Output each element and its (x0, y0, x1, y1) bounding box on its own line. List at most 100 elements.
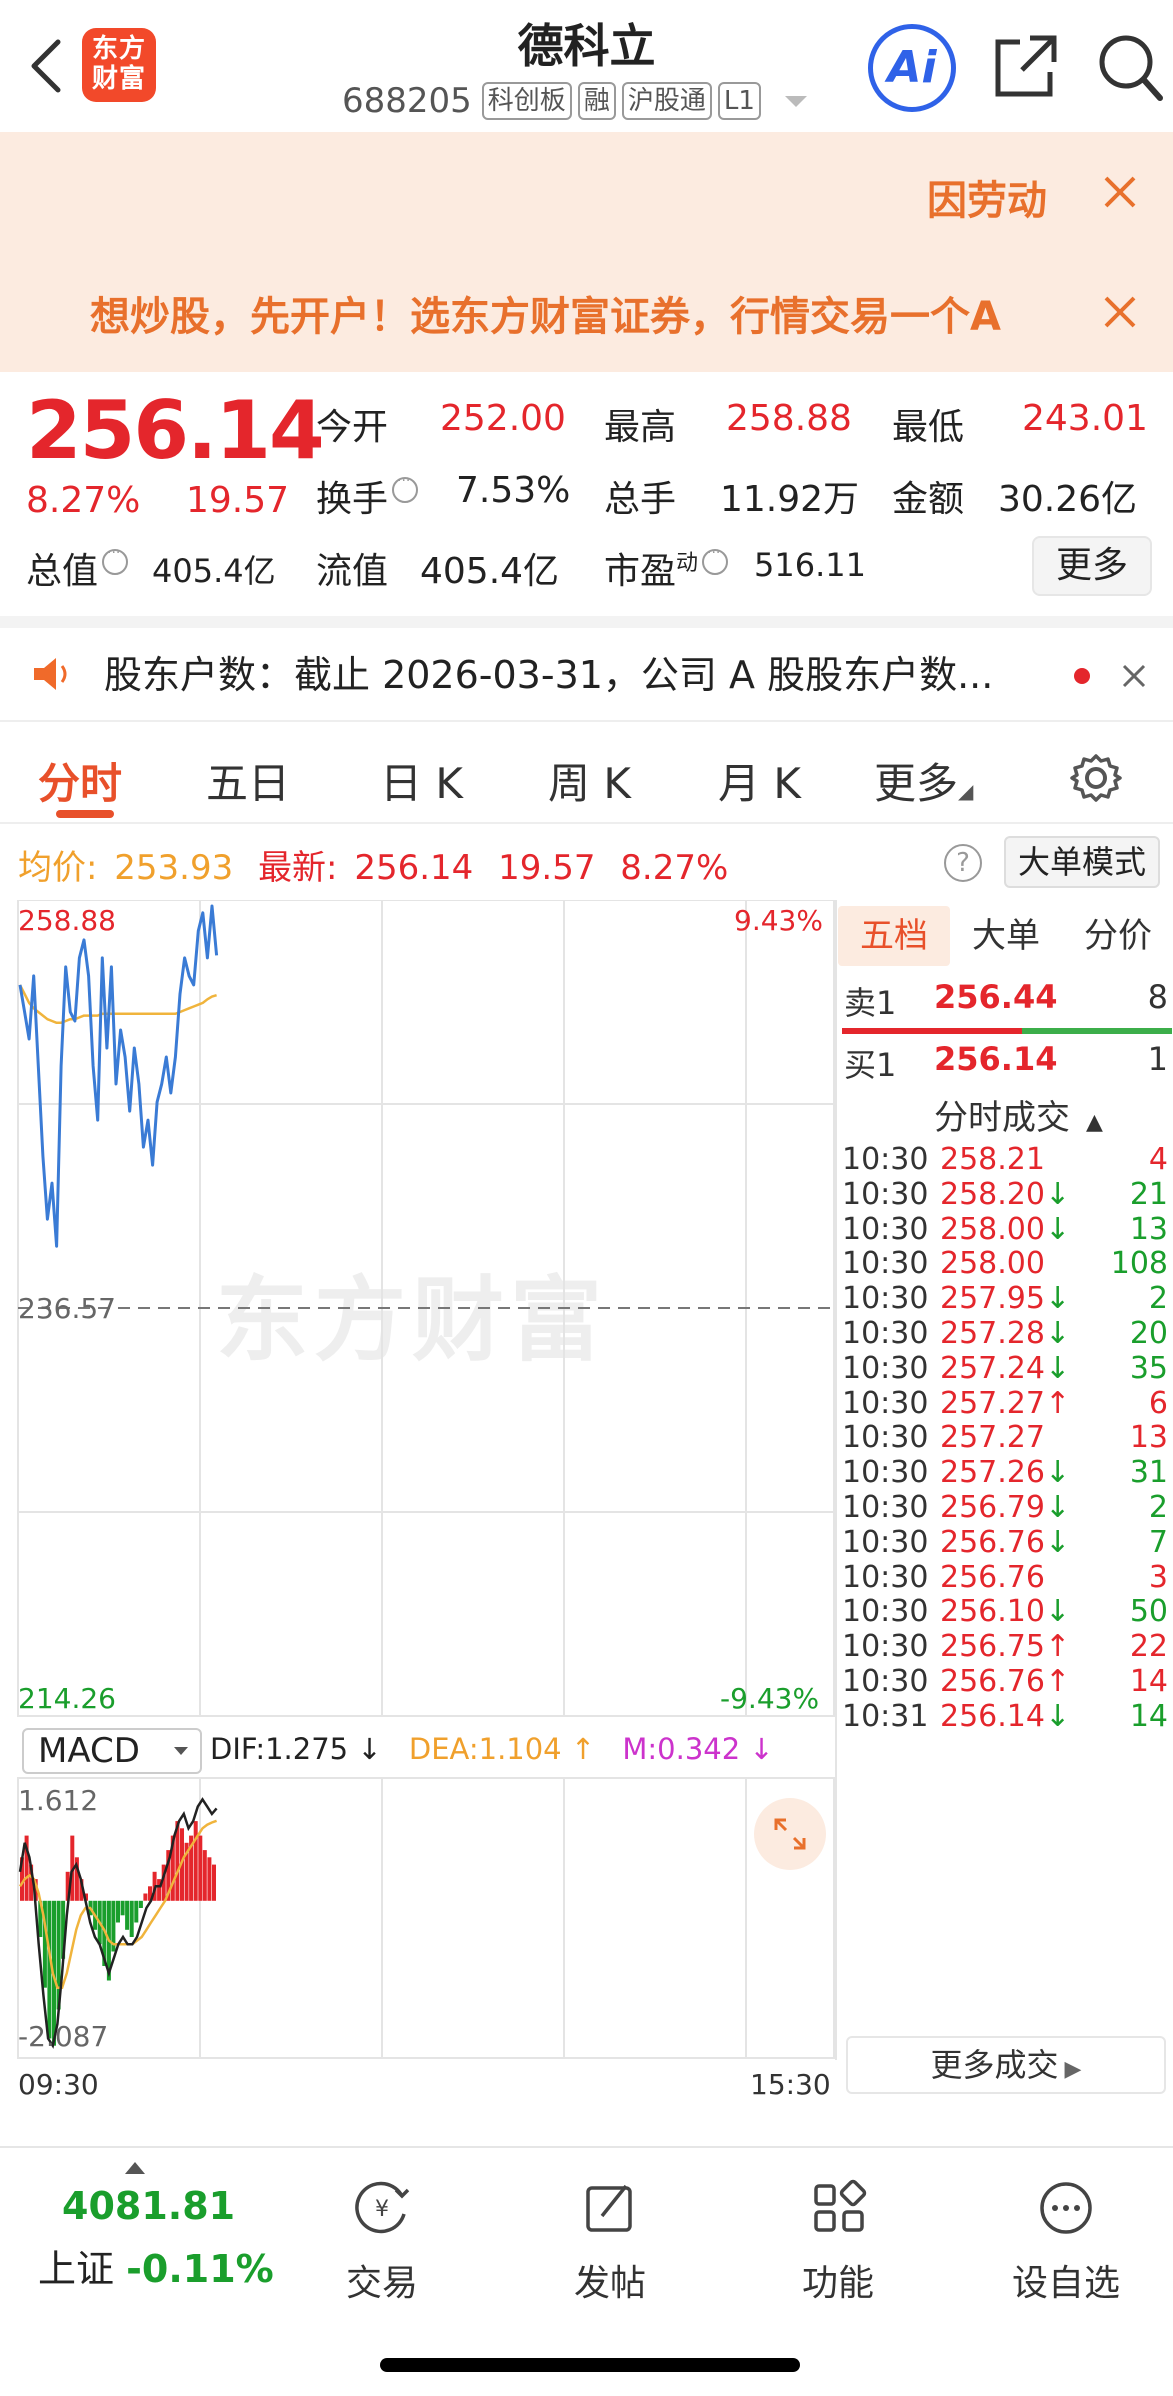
sell1-row: 卖1 256.44 8 (844, 978, 1168, 1022)
sort-up-icon: ▲ (1086, 1110, 1103, 1135)
more-ticks-button[interactable]: 更多成交 ▶ (846, 2036, 1166, 2094)
tick-price: 257.28↓ (940, 1316, 1071, 1351)
speaker-icon (34, 658, 67, 690)
shareholder-notice[interactable]: 股东户数：截止 2026-03-31，公司 A 股股东户数... (0, 628, 1173, 720)
market-cap-value: 405.4亿 (152, 552, 276, 590)
nav-post[interactable]: 发帖 (540, 2168, 680, 2304)
buy1-row: 买1 256.14 1 (844, 1040, 1168, 1084)
float-cap-label: 流值 (316, 551, 389, 592)
active-tab-indicator (56, 810, 114, 818)
tick-volume: 2 (1148, 1281, 1168, 1317)
chevron-down-icon (174, 1747, 188, 1755)
macd-bar (47, 1900, 52, 2039)
search-icon[interactable] (1096, 30, 1166, 104)
float-cap-value: 405.4亿 (420, 551, 560, 592)
tab-daily-k[interactable]: 日 K (380, 750, 463, 811)
labor-day-banner[interactable]: 因劳动 (927, 168, 1057, 226)
indicator-select[interactable]: MACD (22, 1728, 202, 1774)
fullscreen-button[interactable] (754, 1798, 826, 1870)
tick-price: 256.75↑ (940, 1629, 1071, 1665)
macd-bottom-label: -2.087 (18, 2020, 109, 2053)
tick-volume: 13 (1129, 1211, 1168, 1247)
board-tag: 科创板 (481, 82, 572, 120)
tick-price: 256.10↓ (940, 1594, 1071, 1630)
stock-subtitle[interactable]: 688205 科创板 融 沪股通 L1 (342, 80, 807, 122)
pe-label: 市盈动 (604, 541, 734, 594)
volume-label: 总手 (604, 479, 677, 520)
last-value: 256.14 (354, 848, 474, 888)
sell1-volume: 8 (1147, 978, 1168, 1016)
pe-value: 516.11 (754, 546, 866, 584)
price-line (18, 904, 219, 1248)
margin-tag: 融 (577, 82, 616, 120)
index-name[interactable]: 上证 -0.11% (38, 2238, 274, 2293)
buy-pressure-bar (1022, 1028, 1172, 1034)
sell1-price: 256.44 (934, 978, 1058, 1016)
tick-time: 10:30 (842, 1211, 929, 1247)
tick-time: 10:30 (842, 1246, 929, 1282)
notice-text: 股东户数：截止 2026-03-31，公司 A 股股东户数... (104, 653, 994, 697)
last-change: 19.57 (498, 848, 596, 888)
macd-bar (207, 1857, 212, 1901)
close-icon[interactable] (1100, 172, 1140, 212)
stock-code: 688205 (342, 81, 472, 121)
macd-bar (193, 1821, 198, 1901)
intraday-chart[interactable] (0, 900, 838, 2080)
last-label: 最新: (258, 848, 338, 888)
tab-monthly-k[interactable]: 月 K (718, 750, 801, 811)
more-dots-icon (1040, 2182, 1092, 2234)
share-icon[interactable] (990, 30, 1062, 102)
tab-intraday[interactable]: 分时 (38, 750, 122, 811)
info-icon[interactable] (102, 541, 129, 575)
macd-bar (138, 1900, 143, 1908)
tick-volume: 20 (1129, 1316, 1168, 1351)
open-value: 252.00 (440, 398, 566, 439)
info-icon[interactable] (702, 541, 729, 575)
tick-price: 256.79↓ (940, 1490, 1071, 1525)
tick-time: 10:30 (842, 1385, 929, 1421)
macd-bar (129, 1900, 134, 1937)
dea-value: DEA:1.104 (408, 1732, 562, 1766)
big-order-mode-button[interactable]: 大单模式 (1004, 836, 1160, 888)
tab-order-book[interactable]: 五档 (838, 906, 950, 966)
divider (0, 616, 1173, 628)
tab-five-day[interactable]: 五日 (206, 750, 290, 811)
ticks-title[interactable]: 分时成交 ▲ (934, 1090, 1103, 1139)
chevron-down-icon[interactable] (784, 95, 807, 107)
amount-value: 30.26亿 (998, 479, 1138, 520)
x-axis-start-label: 09:30 (18, 2068, 99, 2101)
tick-volume: 31 (1129, 1455, 1168, 1491)
nav-add-watchlist[interactable]: 设自选 (996, 2168, 1136, 2304)
ai-assistant-button[interactable]: Ai (868, 24, 956, 112)
tick-time: 10:30 (842, 1490, 929, 1525)
info-icon[interactable] (392, 469, 419, 503)
tick-time: 10:30 (842, 1176, 929, 1212)
last-pct: 8.27% (620, 848, 729, 888)
gear-icon[interactable] (1068, 750, 1124, 806)
tab-weekly-k[interactable]: 周 K (548, 750, 631, 811)
tick-time: 10:30 (842, 1524, 929, 1560)
index-value[interactable]: 4081.81 (62, 2184, 235, 2228)
account-open-banner[interactable]: 想炒股，先开户！选东方财富证券，行情交易一个A (90, 284, 1054, 342)
expand-up-icon[interactable] (125, 2162, 145, 2174)
tick-time: 10:30 (842, 1629, 929, 1665)
tab-more[interactable]: 更多◢ (874, 750, 973, 811)
tab-price-distribution[interactable]: 分价 (1062, 906, 1173, 966)
tick-time: 10:30 (842, 1664, 929, 1699)
tab-big-orders[interactable]: 大单 (950, 906, 1062, 966)
home-indicator (380, 2358, 800, 2372)
m-value: M:0.342 (622, 1732, 741, 1766)
tick-price: 257.27 (940, 1420, 1045, 1456)
nav-trade[interactable]: ¥ 交易 (312, 2168, 452, 2304)
close-icon[interactable] (1100, 292, 1140, 332)
nav-functions[interactable]: 功能 (768, 2168, 908, 2304)
svg-text:¥: ¥ (375, 2197, 389, 2222)
tick-time: 10:30 (842, 1316, 929, 1351)
help-icon[interactable]: ? (944, 844, 982, 882)
more-stats-button[interactable]: 更多 (1032, 536, 1152, 596)
avg-label: 均价: (18, 848, 98, 888)
tick-volume: 3 (1148, 1559, 1168, 1595)
close-icon[interactable] (1120, 662, 1148, 690)
macd-bar (202, 1850, 207, 1901)
tick-price: 257.27↑ (940, 1385, 1071, 1421)
